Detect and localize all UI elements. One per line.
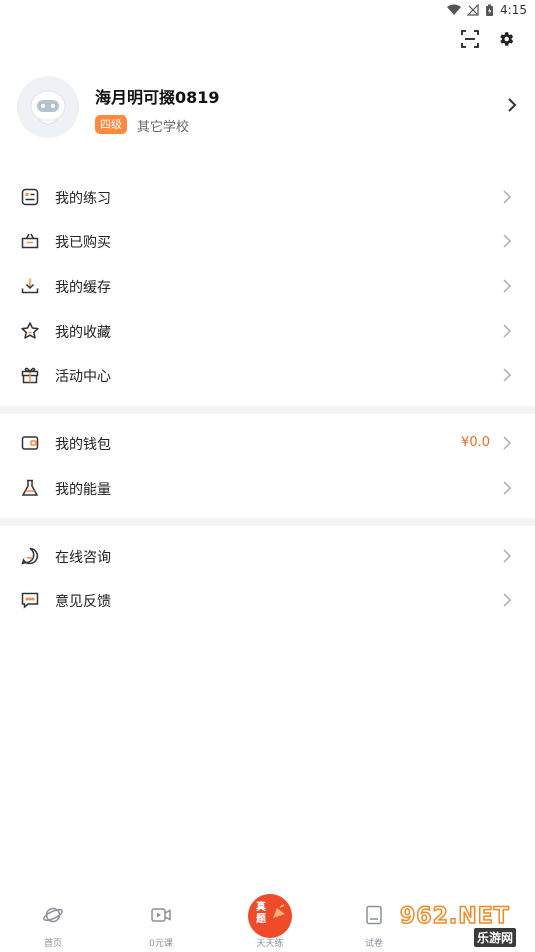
chevron-right-icon: [503, 324, 511, 338]
star-icon: [21, 322, 39, 339]
menu-label: 我的缓存: [55, 280, 111, 296]
menu-item-energy[interactable]: 我的能量: [0, 467, 535, 511]
download-icon: [21, 278, 39, 294]
watermark-logo: 962.NET 乐游网: [396, 903, 532, 948]
chevron-right-icon: [503, 368, 511, 382]
chevron-right-icon: [507, 97, 517, 117]
watermark-main-text: 962.NET: [399, 903, 510, 930]
gift-icon: [21, 367, 39, 384]
menu-label: 活动中心: [55, 369, 111, 385]
status-time: 4:15: [500, 3, 527, 17]
menu-item-online-consult[interactable]: 在线咨询: [0, 535, 535, 579]
tab-label: 试卷: [364, 939, 383, 949]
scan-icon[interactable]: [459, 28, 481, 50]
menu-label: 我的能量: [55, 482, 111, 498]
tab-label: 0元课: [149, 939, 173, 949]
planet-icon: [43, 907, 63, 923]
section-divider: [0, 518, 535, 526]
feedback-icon: [21, 592, 39, 609]
avatar[interactable]: [17, 76, 79, 138]
basket-icon: [21, 233, 39, 249]
daily-practice-icon: [273, 904, 285, 918]
chevron-right-icon: [503, 279, 511, 293]
chat-smile-icon: [21, 547, 39, 565]
paper-icon: [366, 905, 382, 925]
school-name: 其它学校: [137, 120, 190, 135]
tab-papers[interactable]: 试卷: [344, 904, 404, 949]
chevron-right-icon: [503, 234, 511, 248]
menu-item-wallet[interactable]: 我的钱包 ¥0.0: [0, 422, 535, 466]
watermark-sub-text: 乐游网: [474, 928, 517, 947]
settings-gear-icon[interactable]: [495, 28, 517, 50]
status-icons: 4:15: [447, 3, 527, 17]
profile-header[interactable]: 海月明可掇0819 四级 其它学校: [0, 74, 535, 140]
chevron-right-icon: [503, 593, 511, 607]
menu-label: 我的收藏: [55, 325, 111, 341]
section-divider: [0, 406, 535, 414]
menu-label: 意见反馈: [55, 594, 111, 610]
menu-item-my-practice[interactable]: 我的练习: [0, 176, 535, 220]
tab-label: 天天练: [256, 939, 284, 949]
tab-home[interactable]: 首页: [23, 904, 83, 949]
wallet-balance: ¥0.0: [461, 435, 490, 450]
top-actions: [459, 28, 517, 50]
signal-off-icon: [467, 4, 479, 16]
menu-label: 在线咨询: [55, 550, 111, 566]
menu-label: 我已购买: [55, 235, 111, 251]
battery-icon: [486, 4, 494, 16]
tab-label: 首页: [43, 939, 62, 949]
username: 海月明可掇0819: [95, 88, 220, 107]
chevron-right-icon: [503, 190, 511, 204]
chevron-right-icon: [503, 481, 511, 495]
menu-item-activity-center[interactable]: 活动中心: [0, 354, 535, 398]
menu-item-purchased[interactable]: 我已购买: [0, 220, 535, 264]
status-bar: 4:15: [0, 0, 535, 24]
menu-item-feedback[interactable]: 意见反馈: [0, 579, 535, 623]
chevron-right-icon: [503, 549, 511, 563]
wifi-icon: [447, 4, 462, 15]
grade-badge: 四级: [95, 115, 127, 134]
menu-item-favorites[interactable]: 我的收藏: [0, 310, 535, 354]
tab-daily-practice-button[interactable]: 真题: [248, 894, 292, 938]
center-badge-text: 真题: [256, 902, 266, 925]
practice-icon: [21, 188, 39, 206]
menu-label: 我的钱包: [55, 437, 111, 453]
menu-item-cache[interactable]: 我的缓存: [0, 265, 535, 309]
wallet-icon: [21, 436, 39, 450]
tab-free-course[interactable]: 0元课: [131, 904, 191, 949]
menu-label: 我的练习: [55, 191, 111, 207]
chevron-right-icon: [503, 436, 511, 450]
flask-icon: [21, 479, 39, 496]
video-icon: [151, 908, 171, 922]
